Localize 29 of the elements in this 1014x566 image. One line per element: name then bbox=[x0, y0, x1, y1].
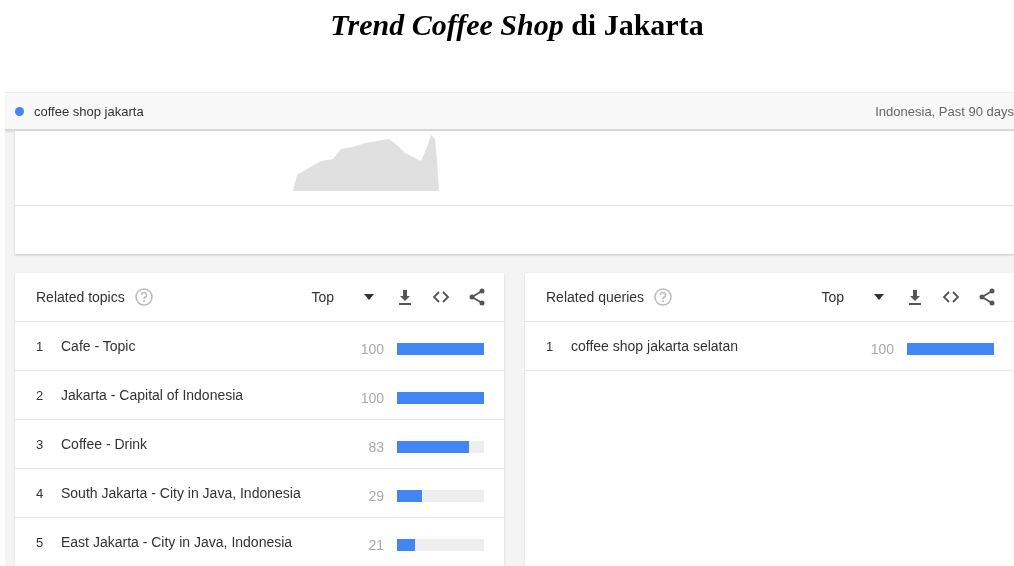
rank-number: 1 bbox=[546, 338, 555, 354]
panel-title: Related queries bbox=[546, 289, 645, 305]
share-icon[interactable] bbox=[468, 288, 486, 306]
rank-number: 2 bbox=[36, 387, 45, 403]
download-icon[interactable] bbox=[906, 288, 924, 306]
related-item-link[interactable]: Jakarta - Capital of Indonesia bbox=[61, 387, 344, 403]
share-icon[interactable] bbox=[978, 288, 996, 306]
filter-dropdown[interactable]: Top bbox=[311, 289, 334, 305]
panel-title: Related topics bbox=[36, 289, 125, 305]
interest-value: 100 bbox=[359, 389, 384, 406]
related-item-link[interactable]: Coffee - Drink bbox=[61, 436, 344, 452]
interest-value: 21 bbox=[367, 536, 384, 553]
search-term: coffee shop jakarta bbox=[34, 103, 145, 119]
rank-number: 5 bbox=[36, 534, 45, 550]
scope-label: Indonesia, Past 90 days bbox=[875, 103, 1014, 119]
interest-value: 100 bbox=[359, 340, 384, 357]
related-item-link[interactable]: East Jakarta - City in Java, Indonesia bbox=[61, 534, 344, 550]
download-icon[interactable] bbox=[396, 288, 414, 306]
filter-dropdown[interactable]: Top bbox=[821, 289, 844, 305]
interest-value: 100 bbox=[869, 340, 894, 357]
rank-number: 3 bbox=[36, 436, 45, 452]
related-item-link[interactable]: South Jakarta - City in Java, Indonesia bbox=[61, 485, 344, 501]
interest-value: 29 bbox=[367, 487, 384, 504]
document-title: Trend Coffee Shop di Jakarta bbox=[329, 7, 705, 43]
rank-number: 1 bbox=[36, 338, 45, 354]
rank-number: 4 bbox=[36, 485, 45, 501]
related-item-link[interactable]: Cafe - Topic bbox=[61, 338, 344, 354]
related-item-link[interactable]: coffee shop jakarta selatan bbox=[571, 338, 854, 354]
interest-value: 83 bbox=[367, 438, 384, 455]
